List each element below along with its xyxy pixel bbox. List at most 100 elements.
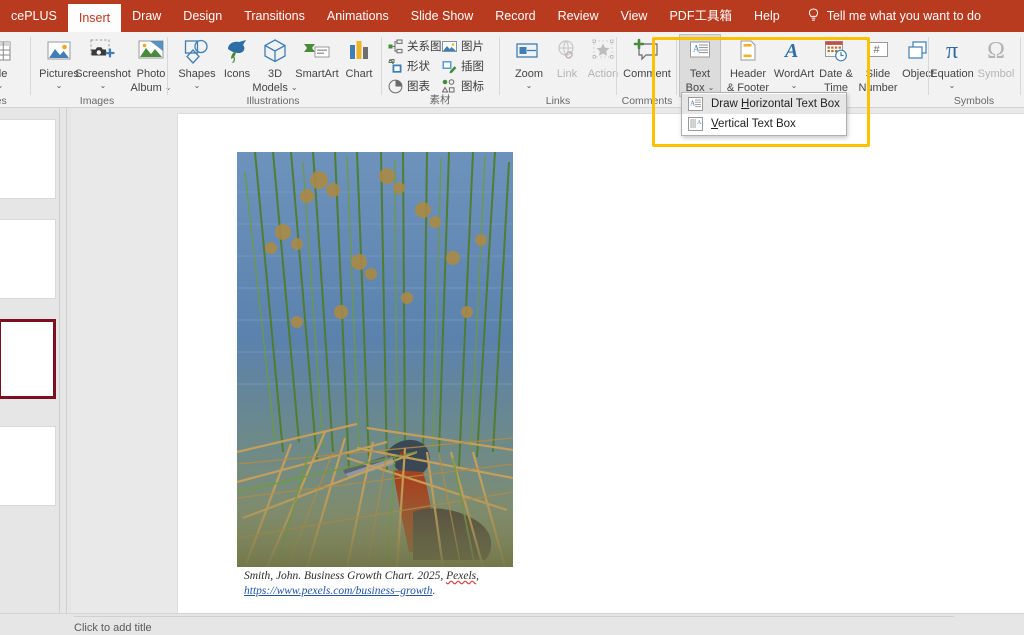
- shapes-icon: [182, 35, 212, 67]
- picture-icon: [442, 39, 457, 54]
- shapes-caret-icon[interactable]: ⌄: [194, 82, 201, 90]
- svg-text:A: A: [690, 100, 695, 108]
- menu-label-draw-horizontal-text-box: Draw Horizontal Text Box: [711, 98, 840, 110]
- header-footer-icon: [736, 35, 760, 67]
- pictures-icon: [45, 35, 73, 67]
- screenshot-caret-icon[interactable]: ⌄: [100, 82, 107, 90]
- ribbon-group-symbols: π Equation ⌄ Ω Symbol Symbols: [930, 32, 1018, 108]
- slide-number-label-line1: Slide: [866, 69, 890, 81]
- slide-editing-area[interactable]: Smith, John. Business Growth Chart. 2025…: [71, 108, 1024, 613]
- table-caret-icon[interactable]: ⌄: [0, 82, 3, 90]
- ribbon-group-illustrations-label: Illustrations: [170, 95, 376, 107]
- chart-button[interactable]: Chart: [332, 35, 386, 81]
- tab-pdf-toolbox[interactable]: PDF工具箱: [658, 0, 743, 32]
- lightbulb-icon: [807, 8, 820, 24]
- tab-help[interactable]: Help: [743, 0, 791, 32]
- current-slide[interactable]: Smith, John. Business Growth Chart. 2025…: [178, 114, 1024, 613]
- tell-me-label: Tell me what you want to do: [827, 9, 981, 23]
- tab-record[interactable]: Record: [484, 0, 546, 32]
- zoom-label: Zoom: [515, 69, 543, 81]
- tell-me-search[interactable]: Tell me what you want to do: [807, 0, 981, 32]
- tab-design[interactable]: Design: [172, 0, 233, 32]
- shape-icon: [388, 59, 403, 74]
- tab-slide-show[interactable]: Slide Show: [400, 0, 485, 32]
- group-separator-4: [499, 37, 500, 95]
- screenshot-button[interactable]: Screenshot ⌄: [76, 35, 130, 90]
- menu-item-vertical-text-box[interactable]: A Vertical Text Box: [682, 114, 846, 134]
- slide-thumbnail-2[interactable]: [0, 219, 56, 299]
- illustration-icon: [442, 59, 457, 74]
- slide-thumbnail-3[interactable]: [0, 319, 56, 399]
- 3d-model-cube-icon: [261, 35, 289, 67]
- ribbon-group-tables: ble ⌄ les: [0, 32, 30, 108]
- svg-text:A: A: [697, 120, 702, 126]
- tab-transitions[interactable]: Transitions: [233, 0, 316, 32]
- photo-album-icon: [135, 35, 167, 67]
- group-separator-5: [616, 37, 617, 95]
- svg-text:#: #: [874, 44, 881, 56]
- material-item-illustration[interactable]: 插图: [442, 58, 484, 74]
- action-label: Action: [588, 69, 619, 81]
- chart-icon: [346, 35, 372, 67]
- tab-draw[interactable]: Draw: [121, 0, 172, 32]
- table-label: ble: [0, 69, 7, 81]
- screenshot-icon: [88, 35, 118, 67]
- pictures-caret-icon[interactable]: ⌄: [56, 82, 63, 90]
- menu-item-draw-horizontal-text-box[interactable]: A Draw Horizontal Text Box: [682, 94, 846, 114]
- text-box-button[interactable]: A Text Box ⌄: [679, 34, 721, 97]
- caption-line2: https://www.pexels.com/business–growth.: [244, 585, 435, 597]
- wordart-caret-icon[interactable]: ⌄: [791, 82, 798, 90]
- ribbon-group-materials-label: 素材: [384, 92, 496, 107]
- symbol-label: Symbol: [978, 69, 1015, 81]
- caption-url-link[interactable]: https://www.pexels.com/business–growth: [244, 585, 432, 597]
- material-item-shape[interactable]: 形状: [388, 58, 430, 74]
- svg-text:A: A: [783, 40, 798, 62]
- slide-thumbnail-pane[interactable]: [0, 108, 60, 613]
- status-divider: [74, 616, 954, 617]
- status-bar: Click to add title: [0, 613, 1024, 635]
- text-box-icon: A: [687, 35, 713, 67]
- group-separator-3: [381, 37, 382, 95]
- text-box-dropdown-menu: A Draw Horizontal Text Box A Vertical Te…: [681, 92, 847, 136]
- material-item-picture[interactable]: 图片: [442, 38, 484, 54]
- ribbon-group-comments: Comment Comments: [618, 32, 676, 108]
- material-label-picture: 图片: [461, 38, 484, 54]
- table-icon: [0, 35, 13, 67]
- photo-album-label-line1: Photo: [137, 69, 166, 81]
- material-item-relationship-diagram[interactable]: 关系图: [388, 38, 442, 54]
- group-separator-8: [1020, 37, 1021, 95]
- tab-animations[interactable]: Animations: [316, 0, 400, 32]
- material-label-illustration: 插图: [461, 58, 484, 74]
- group-separator-6: [676, 37, 677, 95]
- link-label: Link: [557, 69, 577, 81]
- comment-label: Comment: [623, 69, 671, 81]
- smartart-icon: [301, 35, 333, 67]
- tab-review[interactable]: Review: [547, 0, 610, 32]
- relationship-diagram-icon: [388, 39, 403, 54]
- table-button[interactable]: ble ⌄: [0, 35, 27, 90]
- equation-caret-icon[interactable]: ⌄: [949, 82, 956, 90]
- slide-thumbnail-4[interactable]: [0, 426, 56, 506]
- zoom-caret-icon[interactable]: ⌄: [526, 82, 533, 90]
- pane-splitter[interactable]: [66, 108, 70, 613]
- powerpoint-window: cePLUS Insert Draw Design Transitions An…: [0, 0, 1024, 635]
- symbol-button: Ω Symbol: [974, 35, 1018, 81]
- ribbon-group-images: Pictures ⌄ Screenshot ⌄: [32, 32, 162, 108]
- tab-view[interactable]: View: [610, 0, 659, 32]
- header-footer-label-line1: Header: [730, 69, 766, 81]
- slide-thumbnail-1[interactable]: [0, 119, 56, 199]
- 3d-models-caret-icon[interactable]: ⌄: [291, 84, 298, 92]
- status-placeholder-text: Click to add title: [74, 622, 152, 634]
- screenshot-label: Screenshot: [75, 69, 131, 81]
- tab-insert[interactable]: Insert: [68, 4, 121, 32]
- material-label-shape: 形状: [407, 58, 430, 74]
- comment-button[interactable]: Comment: [620, 35, 674, 81]
- ribbon-group-links-label: Links: [502, 95, 614, 107]
- equation-button[interactable]: π Equation ⌄: [930, 35, 974, 90]
- slide-picture[interactable]: [237, 152, 513, 567]
- tab-officeplus[interactable]: cePLUS: [0, 0, 68, 32]
- 3d-models-label-line1: 3D: [268, 69, 282, 81]
- picture-caption[interactable]: Smith, John. Business Growth Chart. 2025…: [244, 569, 544, 599]
- pi-glyph: π: [946, 38, 958, 65]
- text-box-label-line1: Text: [690, 69, 710, 81]
